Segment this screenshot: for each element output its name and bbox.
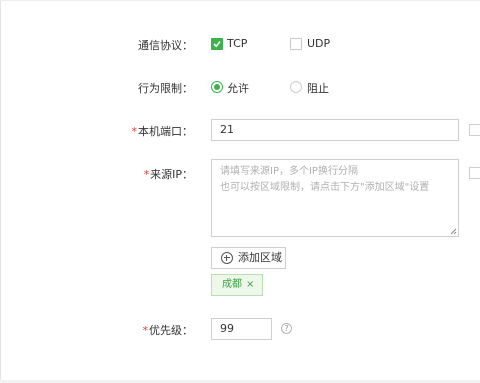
source-ip-placeholder-line1: 请填写来源IP，多个IP换行分隔 — [220, 166, 358, 177]
region-tag: 成都 × — [211, 274, 264, 296]
local-port-label: *本机端口： — [3, 123, 194, 139]
behavior-label: 行为限制： — [138, 82, 193, 95]
priority-input[interactable]: 99 — [211, 318, 272, 340]
close-icon[interactable]: × — [246, 279, 254, 290]
tcp-checkbox[interactable] — [211, 38, 223, 50]
frame-left-border — [0, 0, 1, 383]
tcp-label[interactable]: TCP — [227, 37, 247, 50]
udp-label[interactable]: UDP — [307, 37, 330, 50]
block-radio[interactable] — [290, 81, 302, 93]
plus-circle-icon — [221, 252, 233, 264]
source-ip-textarea[interactable]: 请填写来源IP，多个IP换行分隔 也可以按区域限制，请点击下方"添加区域"设置 — [211, 159, 459, 237]
allow-radio[interactable] — [211, 81, 223, 93]
source-ip-label: *来源IP： — [3, 166, 193, 182]
local-port-label-text: 本机端口： — [138, 125, 193, 138]
resize-grip-icon[interactable] — [450, 228, 457, 235]
frame-top-border — [0, 0, 480, 1]
required-mark: * — [143, 168, 150, 181]
source-ip-side-checkbox[interactable] — [469, 167, 480, 179]
region-tag-label: 成都 — [222, 279, 242, 290]
priority-label-text: 优先级： — [149, 324, 193, 337]
source-ip-label-text: 来源IP： — [150, 168, 193, 181]
protocol-label: 通信协议： — [138, 39, 193, 52]
source-ip-placeholder-line2: 也可以按区域限制，请点击下方"添加区域"设置 — [220, 182, 430, 193]
add-region-button[interactable]: 添加区域 — [211, 247, 286, 269]
help-icon[interactable]: ? — [281, 323, 292, 334]
allow-label[interactable]: 允许 — [227, 80, 249, 96]
local-port-side-checkbox[interactable] — [469, 124, 480, 136]
required-mark: * — [131, 125, 138, 138]
block-label[interactable]: 阻止 — [307, 80, 329, 96]
local-port-input[interactable]: 21 — [211, 119, 459, 141]
udp-checkbox[interactable] — [290, 38, 302, 50]
checkmark-icon — [213, 41, 221, 48]
add-region-button-label: 添加区域 — [238, 251, 282, 264]
required-mark: * — [142, 324, 149, 337]
priority-label: *优先级： — [3, 322, 194, 338]
